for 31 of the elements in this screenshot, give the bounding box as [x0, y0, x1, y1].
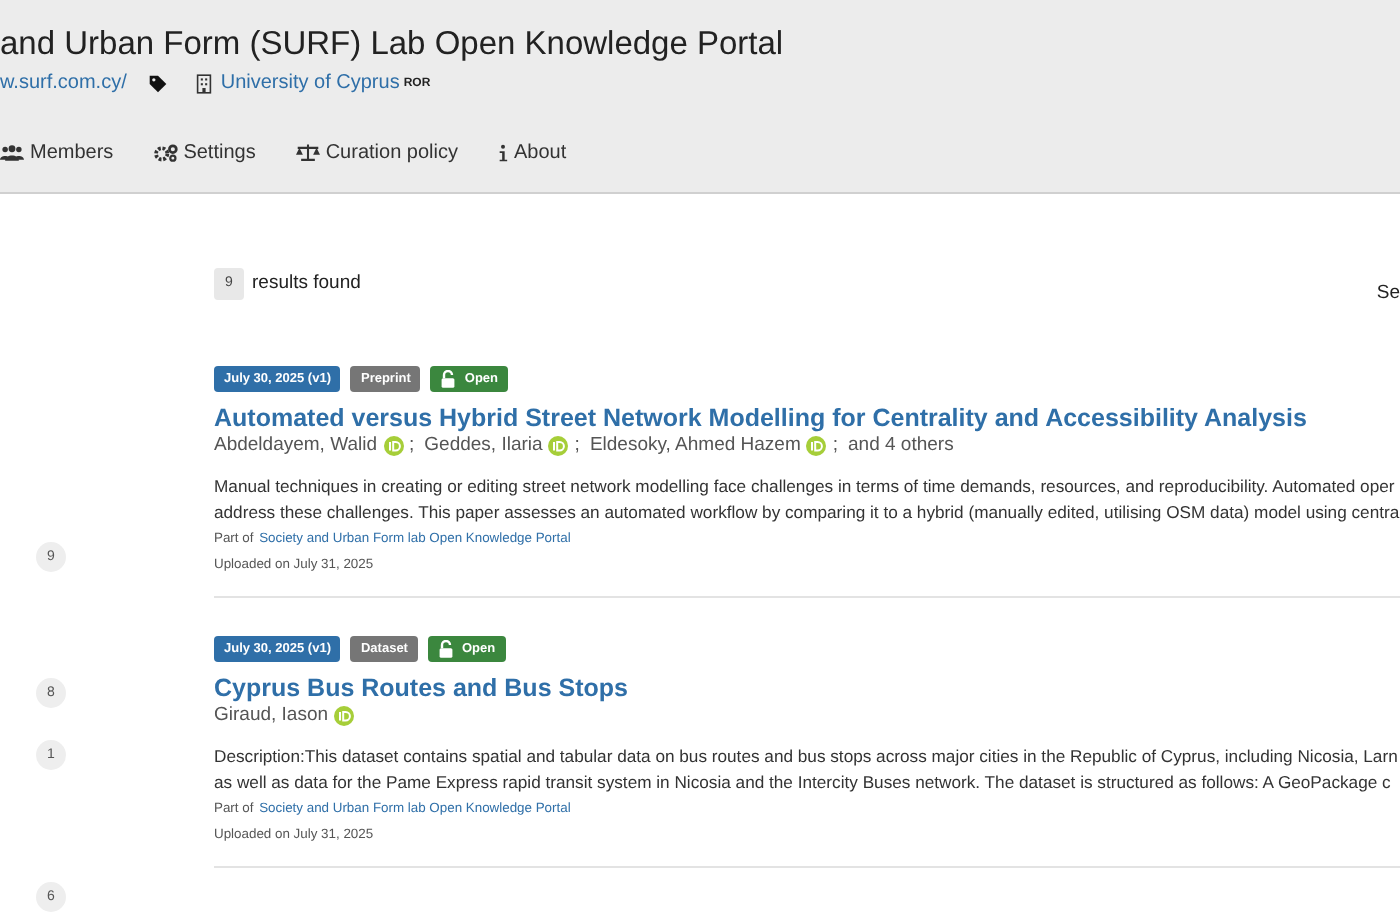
sort-label: Se: [1376, 282, 1400, 304]
nav-tab[interactable]: Curation policy: [295, 142, 458, 164]
nav-tab[interactable]: Members: [0, 142, 114, 164]
balance-scale-icon: [295, 144, 320, 162]
author-link[interactable]: Geddes, Ilaria: [424, 434, 543, 456]
nav-tab[interactable]: About: [497, 142, 567, 164]
nav-tab[interactable]: Settings: [153, 142, 256, 164]
author-link[interactable]: Eldesoky, Ahmed Hazem: [589, 434, 801, 456]
more-authors: and 4 others: [848, 434, 954, 456]
results-label: results found: [252, 272, 361, 294]
author-separator: ;: [574, 434, 580, 456]
affiliation-link[interactable]: University of Cyprus: [220, 72, 400, 94]
description-line: Description:This dataset contains spatial and tabular data on bus routes and bus stops across major cities in the Republic of Cyprus, including Nicosia, Larn: [214, 744, 1400, 770]
description-line: address these challenges. This paper assesses an automated workflow by comparing it to a hybrid (manually edited, utilising OSM data) model using centra: [214, 500, 1400, 526]
record-title-link[interactable]: Automated versus Hybrid Street Network Modelling for Centrality and Accessibility Analysis: [214, 404, 1400, 432]
record-title-link[interactable]: Cyprus Bus Routes and Bus Stops: [214, 674, 1400, 702]
building-icon: [196, 73, 213, 93]
info-icon: [497, 144, 508, 162]
community-title: and Urban Form (SURF) Lab Open Knowledge Portal: [0, 24, 786, 64]
author-link[interactable]: Abdeldayem, Walid: [214, 434, 377, 456]
author-separator: ;: [832, 434, 839, 456]
settings-icon: [153, 144, 178, 162]
tag-icon: [148, 73, 169, 93]
author-link[interactable]: Giraud, Iason: [214, 704, 329, 726]
unlocked-padlock-icon: [437, 640, 454, 658]
description-line: as well as data for the Pame Express rapid transit system in Nicosia and the Intercity Buses network. The dataset is structured as follows: A GeoPackage c: [214, 770, 1393, 796]
description-line: Manual techniques in creating or editing street network modelling face challenges in terms of time demands, resources, and reproducibility. Automated oper: [214, 474, 1397, 500]
author-separator: ;: [409, 434, 415, 456]
users-icon: [0, 144, 24, 162]
unlocked-padlock-icon: [440, 370, 457, 388]
website-link[interactable]: w.surf.com.cy/: [0, 72, 127, 94]
